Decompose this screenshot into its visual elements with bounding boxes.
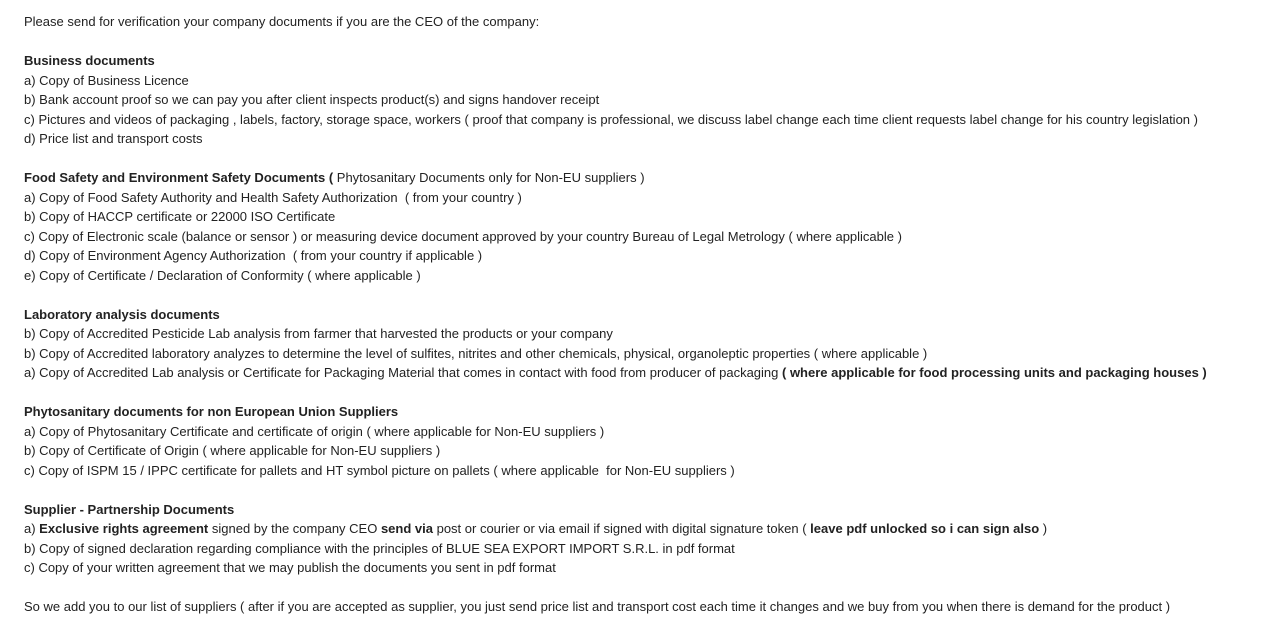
list-item: a) Copy of Business Licence: [24, 71, 1207, 91]
text: post or courier or via email if signed w…: [432, 521, 811, 536]
text: d) Price list and transport costs: [24, 131, 203, 146]
bold-text: Exclusive rights agreement: [39, 521, 209, 536]
list-item: a) Copy of Accredited Lab analysis or Ce…: [24, 363, 1207, 383]
list-item: d) Price list and transport costs: [24, 129, 1207, 149]
list-item: c) Copy of ISPM 15 / IPPC certificate fo…: [24, 461, 1207, 481]
text: signed by the company CEO: [208, 521, 381, 536]
list-item: b) Copy of Accredited laboratory analyze…: [24, 344, 1207, 364]
text: a) Copy of Accredited Lab analysis or Ce…: [24, 365, 782, 380]
list-item: a) Copy of Phytosanitary Certificate and…: [24, 422, 1207, 442]
list-item: b) Copy of Certificate of Origin ( where…: [24, 441, 1207, 461]
list-item: a) Exclusive rights agreement signed by …: [24, 519, 1207, 539]
text: a): [24, 521, 40, 536]
text: a) Copy of Food Safety Authority and Hea…: [24, 189, 522, 205]
list-item: b) Copy of signed declaration regarding …: [24, 539, 1207, 559]
text: a) Copy of Phytosanitary Certificate and…: [24, 423, 605, 439]
text: c) Pictures and videos of packaging , la…: [24, 111, 1198, 127]
bold-text: Laboratory analysis documents: [24, 306, 220, 322]
intro-line: Please send for verification your compan…: [24, 12, 1207, 32]
bold-text: Business documents: [24, 53, 155, 68]
list-item: b) Copy of Accredited Pesticide Lab anal…: [24, 324, 1207, 344]
text: b) Copy of Accredited Pesticide Lab anal…: [24, 326, 613, 341]
bold-text: Food Safety and Environment Safety Docum…: [24, 170, 334, 185]
bold-text: Phytosanitary documents for non European…: [24, 404, 399, 419]
text: b) Copy of HACCP certificate or 22000 IS…: [24, 209, 336, 224]
section-heading: Phytosanitary documents for non European…: [24, 402, 1207, 422]
verification-document: Please send for verification your compan…: [24, 12, 1207, 617]
text: b) Copy of Accredited laboratory analyze…: [24, 345, 928, 361]
list-item: a) Copy of Food Safety Authority and Hea…: [24, 188, 1207, 208]
list-item: d) Copy of Environment Agency Authorizat…: [24, 246, 1207, 266]
list-item: b) Copy of HACCP certificate or 22000 IS…: [24, 207, 1207, 227]
text: ): [1039, 521, 1048, 536]
text: e) Copy of Certificate / Declaration of …: [24, 267, 421, 283]
list-item: e) Copy of Certificate / Declaration of …: [24, 266, 1207, 286]
section-heading: Business documents: [24, 51, 1207, 71]
outro-line: So we add you to our list of suppliers (…: [24, 597, 1207, 617]
text: a) Copy of Business Licence: [24, 72, 189, 88]
section-heading: Food Safety and Environment Safety Docum…: [24, 168, 1207, 188]
bold-text: ( where applicable for food processing u…: [782, 365, 1207, 380]
bold-text: send via: [380, 521, 433, 536]
text: c) Copy of Electronic scale (balance or …: [24, 228, 902, 244]
list-item: b) Bank account proof so we can pay you …: [24, 90, 1207, 110]
list-item: c) Pictures and videos of packaging , la…: [24, 110, 1207, 130]
text: b) Copy of Certificate of Origin ( where…: [24, 443, 441, 458]
bold-text: Supplier - Partnership Documents: [24, 501, 235, 517]
list-item: c) Copy of Electronic scale (balance or …: [24, 227, 1207, 247]
text: So we add you to our list of suppliers (…: [24, 599, 1171, 614]
list-item: c) Copy of your written agreement that w…: [24, 558, 1207, 578]
text: b) Bank account proof so we can pay you …: [24, 92, 600, 107]
bold-text: leave pdf unlocked so i can sign also: [810, 521, 1040, 536]
text: b) Copy of signed declaration regarding …: [24, 540, 735, 556]
section-heading: Supplier - Partnership Documents: [24, 500, 1207, 520]
text: d) Copy of Environment Agency Authorizat…: [24, 248, 483, 263]
text: c) Copy of your written agreement that w…: [24, 560, 556, 575]
text: Please send for verification your compan…: [24, 14, 540, 29]
text: c) Copy of ISPM 15 / IPPC certificate fo…: [24, 462, 735, 478]
text: Phytosanitary Documents only for Non-EU …: [333, 170, 645, 185]
section-heading: Laboratory analysis documents: [24, 305, 1207, 325]
